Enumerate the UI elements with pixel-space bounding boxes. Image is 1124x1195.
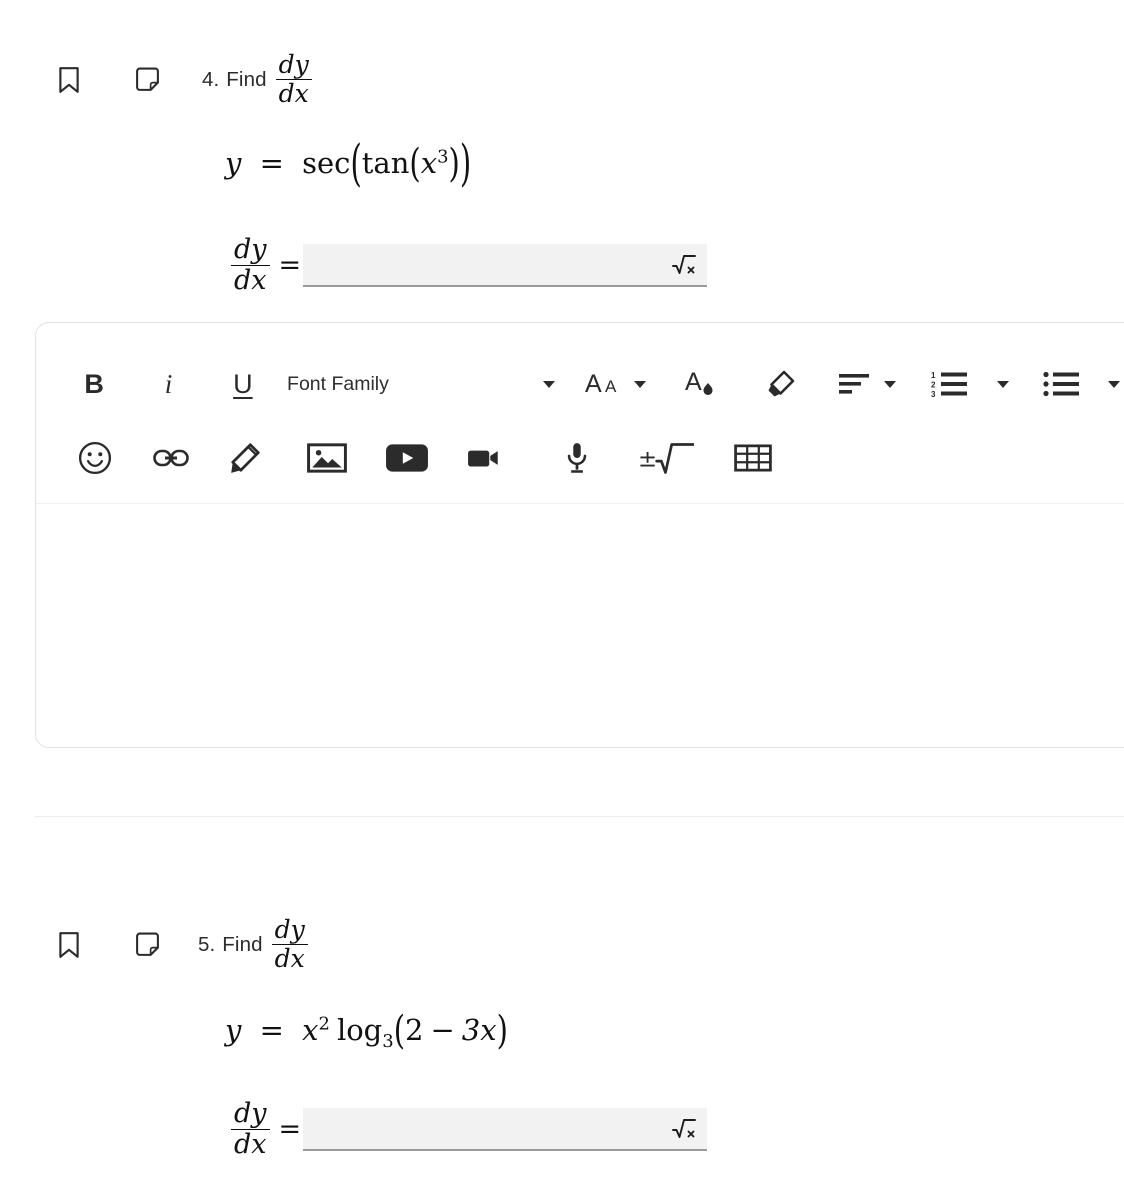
rich-text-editor: B i U Font Family A A A 1 2 3 ±	[35, 322, 1124, 748]
svg-text:2: 2	[931, 381, 936, 390]
open-paren: (	[393, 1007, 406, 1053]
equation-coefficient-base: x	[302, 1013, 319, 1047]
italic-button[interactable]: i	[146, 361, 190, 407]
sqrt-x-icon[interactable]	[671, 1117, 697, 1141]
answer-relation: =	[278, 1114, 302, 1146]
equation-argument-exponent: 3	[437, 146, 449, 168]
question-divider	[35, 816, 1124, 817]
sqrt-x-icon[interactable]	[671, 253, 697, 277]
equation-relation: =	[259, 146, 284, 180]
question-4-prompt-fraction: dy dx	[275, 50, 312, 108]
table-button[interactable]	[730, 442, 776, 474]
editor-toolbar-row-1: B i U Font Family A A A 1 2 3	[36, 353, 1124, 415]
equation-coefficient-exponent: 2	[318, 1013, 330, 1035]
svg-text:A: A	[685, 368, 702, 396]
underline-button[interactable]: U	[221, 361, 265, 407]
record-audio-button[interactable]	[554, 441, 600, 475]
question-5-header: 5. Find dy dx	[52, 915, 311, 973]
close-paren-outer: )	[459, 134, 472, 192]
equation-function-outer: sec	[302, 146, 351, 180]
svg-text:A: A	[605, 377, 617, 396]
equation-arg-operator: −	[430, 1013, 455, 1047]
fraction-numerator: dy	[278, 50, 309, 79]
numbered-list-button[interactable]: 1 2 3	[931, 369, 969, 399]
open-paren-outer: (	[350, 134, 362, 192]
underline-label: U	[233, 368, 253, 399]
question-4-prompt: Find	[226, 67, 267, 91]
editor-content-area[interactable]	[36, 504, 1124, 722]
editor-toolbar-row-2: ±	[36, 427, 1124, 489]
question-4-number: 4.	[202, 67, 220, 91]
math-equation-button[interactable]: ±	[636, 440, 696, 476]
answer-input-4[interactable]	[303, 244, 708, 288]
answer-relation: =	[278, 250, 302, 282]
equation-arg-second: 3x	[461, 1013, 497, 1047]
answer-fraction-denominator: dx	[231, 265, 270, 295]
bookmark-icon[interactable]	[52, 63, 86, 97]
font-size-chevron-down-icon[interactable]	[631, 380, 650, 388]
fraction-numerator: dy	[274, 915, 305, 944]
close-paren-inner: )	[448, 140, 460, 186]
equation-lhs: y	[225, 146, 242, 180]
emoji-button[interactable]	[72, 441, 118, 475]
equation-function-inner: tan	[361, 146, 410, 180]
svg-text:1: 1	[931, 371, 936, 380]
question-5-answer-row: dy dx =	[228, 1098, 708, 1160]
answer-fraction-numerator: dy	[234, 1098, 267, 1129]
answer-label-fraction: dy dx	[231, 1098, 270, 1160]
fraction-denominator: dx	[271, 944, 308, 972]
bullet-list-chevron-down-icon[interactable]	[1105, 380, 1124, 388]
bookmark-icon[interactable]	[52, 928, 86, 962]
equation-function: log	[336, 1013, 383, 1047]
question-5-equation: y = x2 log3(2−3x)	[225, 1007, 508, 1053]
highlighter-button[interactable]	[762, 368, 798, 400]
draw-button[interactable]	[222, 441, 268, 475]
svg-text:3: 3	[931, 390, 936, 399]
numbered-list-chevron-down-icon[interactable]	[993, 380, 1012, 388]
align-button[interactable]	[838, 370, 872, 398]
align-chevron-down-icon[interactable]	[880, 380, 899, 388]
equation-relation: =	[259, 1013, 284, 1047]
font-size-button[interactable]: A A	[585, 371, 629, 397]
font-family-select[interactable]: Font Family	[287, 373, 538, 396]
bold-label: B	[84, 368, 104, 399]
italic-label: i	[164, 368, 173, 399]
svg-text:A: A	[585, 371, 602, 397]
answer-input-5[interactable]	[303, 1108, 708, 1152]
question-4-answer-row: dy dx =	[228, 234, 708, 296]
answer-fraction-denominator: dx	[231, 1129, 270, 1159]
equation-lhs: y	[225, 1013, 242, 1047]
close-paren: )	[496, 1007, 508, 1053]
equation-arg-first: 2	[405, 1013, 424, 1047]
bullet-list-button[interactable]	[1043, 369, 1081, 399]
equation-function-subscript: 3	[382, 1030, 394, 1052]
question-4-header: 4. Find dy dx	[52, 50, 315, 108]
sticky-note-icon[interactable]	[130, 63, 164, 97]
link-button[interactable]	[148, 445, 194, 471]
sticky-note-icon[interactable]	[130, 928, 164, 962]
question-5-prompt-fraction: dy dx	[271, 915, 308, 973]
question-5-number: 5.	[198, 932, 216, 956]
answer-fraction-numerator: dy	[234, 234, 267, 265]
image-button[interactable]	[304, 442, 350, 474]
fraction-denominator: dx	[275, 79, 312, 107]
answer-label-fraction: dy dx	[231, 234, 270, 296]
font-family-chevron-down-icon[interactable]	[538, 380, 561, 388]
video-button[interactable]	[384, 442, 430, 474]
equation-argument-base: x	[420, 146, 438, 180]
assignment-page: 4. Find dy dx y = sec(tan(x3)) dy dx = B…	[0, 0, 1124, 1195]
font-family-label: Font Family	[287, 372, 389, 395]
question-4-equation: y = sec(tan(x3))	[225, 134, 471, 192]
bold-button[interactable]: B	[72, 361, 116, 407]
svg-text:±: ±	[638, 446, 657, 472]
text-color-button[interactable]: A	[684, 368, 718, 400]
open-paren-inner: (	[409, 140, 421, 186]
question-5-prompt: Find	[222, 932, 263, 956]
record-video-button[interactable]	[462, 444, 508, 472]
